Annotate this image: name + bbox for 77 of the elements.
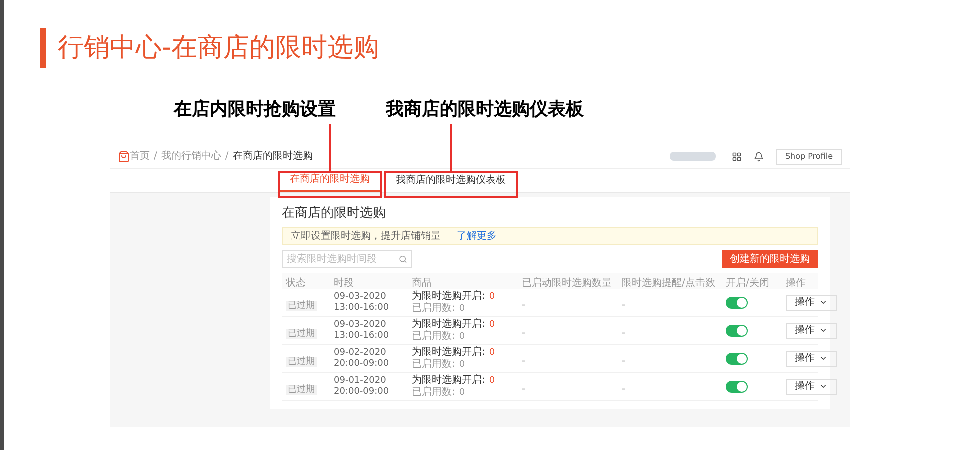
chevron-down-icon [819,354,828,363]
status-tag: 已过期 [286,328,317,338]
breadcrumb-separator: / [154,150,158,164]
search-icon [398,254,407,264]
column-header: 限时选购提醒/点击数 [622,278,716,289]
table-cell: - [522,356,526,366]
enabled-label: 已启用数: [412,302,456,314]
column-header: 已启动限时选购数量 [522,278,612,289]
breadcrumb-link[interactable]: 在商店的限时选购 [232,149,313,164]
blurred-username [670,152,716,161]
date-text: 09-02-2020 [334,348,388,358]
column-header: 时段 [334,278,354,289]
enabled-count: 0 [459,358,466,370]
date-text: 09-01-2020 [334,376,388,386]
table-cell: - [522,300,526,310]
enabled-count: 0 [459,330,466,342]
time-text: 20:00-09:00 [334,358,390,370]
date-text: 09-03-2020 [334,292,388,302]
table-cell: - [622,328,626,338]
toggle-switch[interactable] [726,380,748,392]
time-text: 20:00-09:00 [334,386,390,398]
chevron-down-icon [819,326,828,335]
page-title: 行销中心-在商店的限时选购 [58,32,380,64]
product-label: 为限时选购开启: [412,318,486,330]
action-dropdown[interactable]: 操作 [786,294,837,310]
table-cell: - [522,384,526,394]
bell-icon[interactable] [754,152,764,162]
action-dropdown[interactable]: 操作 [786,378,837,394]
status-tag: 已过期 [286,300,317,310]
enabled-label: 已启用数: [412,358,456,370]
search-field[interactable]: 搜索限时选购时间段 [282,250,412,268]
leader-line [329,124,331,172]
toggle-switch[interactable] [726,352,748,364]
title-accent-bar [40,28,46,68]
date-text: 09-03-2020 [334,320,388,330]
tab[interactable]: 我商店的限时选购仪表板 [386,169,516,192]
table-cell: - [622,356,626,366]
product-label: 为限时选购开启: [412,374,486,386]
product-count: 0 [489,290,496,302]
shop-bag-icon [118,150,130,162]
breadcrumb-separator: / [225,150,229,164]
tab[interactable]: 在商店的限时选购 [280,169,380,192]
time-text: 13:00-16:00 [334,302,390,314]
product-count: 0 [489,374,496,386]
toggle-switch[interactable] [726,324,748,336]
chevron-down-icon [819,298,828,307]
grid-icon[interactable] [732,152,742,162]
notice-text: 立即设置限时选购，提升店铺销量 [291,230,441,244]
action-dropdown[interactable]: 操作 [786,350,837,366]
profile-button[interactable]: Shop Profile [776,148,842,164]
column-header: 开启/关闭 [726,278,770,289]
time-text: 13:00-16:00 [334,330,390,342]
table-cell: - [622,300,626,310]
learn-more-link[interactable]: 了解更多 [457,228,497,244]
enabled-label: 已启用数: [412,330,456,342]
chevron-down-icon [819,382,828,391]
card-title: 在商店的限时选购 [282,205,387,223]
leader-line [450,124,452,172]
product-count: 0 [489,318,496,330]
table-cell: - [622,384,626,394]
enabled-count: 0 [459,302,466,314]
enabled-label: 已启用数: [412,386,456,398]
column-header: 状态 [286,278,306,289]
annotation-label: 在店内限时抢购设置 [174,98,336,122]
toggle-switch[interactable] [726,296,748,308]
column-header: 商品 [412,278,432,289]
enabled-count: 0 [459,386,466,398]
product-count: 0 [489,346,496,358]
column-header: 操作 [786,278,806,289]
status-tag: 已过期 [286,384,317,394]
annotation-label: 我商店的限时选购仪表板 [386,98,584,122]
create-button[interactable]: 创建新的限时选购 [722,250,818,268]
product-label: 为限时选购开启: [412,290,486,302]
action-dropdown[interactable]: 操作 [786,322,837,338]
product-label: 为限时选购开启: [412,346,486,358]
status-tag: 已过期 [286,356,317,366]
table-cell: - [522,328,526,338]
